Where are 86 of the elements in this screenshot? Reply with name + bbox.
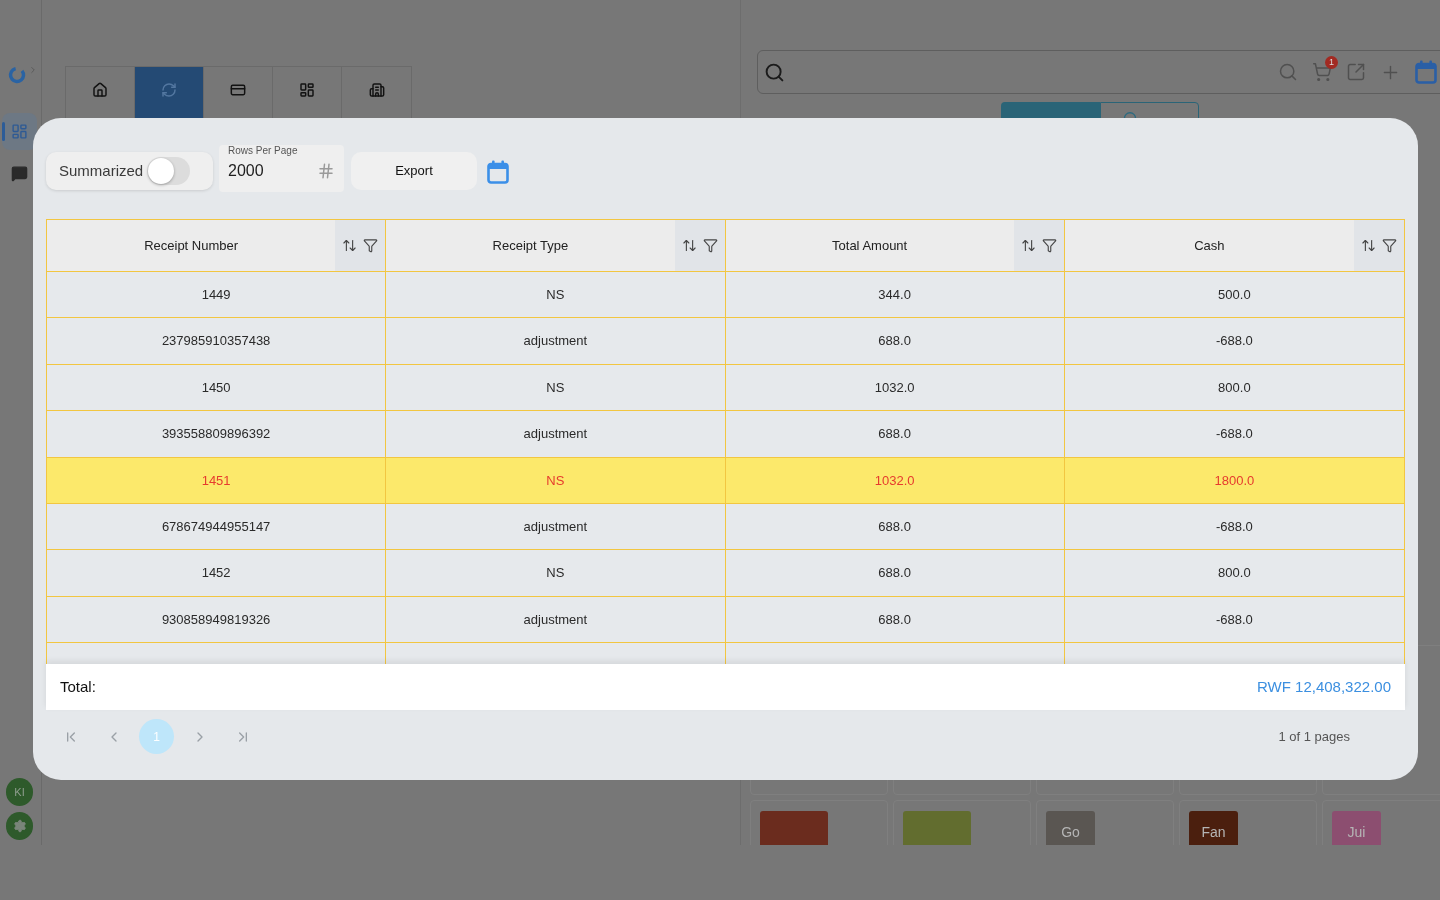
table-row[interactable]: 1450 NS 1032.0 800.0 <box>47 364 1404 412</box>
grid-icon <box>299 82 315 98</box>
table-cell: 688.0 <box>725 596 1065 643</box>
page-summary: 1 of 1 pages <box>1278 727 1350 746</box>
table-cell: 1032.0 <box>725 364 1065 411</box>
table-cell: 344.0 <box>725 272 1065 318</box>
total-label: Total: <box>60 676 96 697</box>
filter-icon[interactable] <box>1041 238 1057 253</box>
column-label: Total Amount <box>831 236 909 255</box>
toggle-label: Summarized <box>59 160 144 181</box>
table-row[interactable]: 1452 NS 688.0 800.0 <box>47 550 1404 597</box>
toggle-switch[interactable] <box>147 157 191 185</box>
total-value: RWF 12,408,322.00 <box>1257 676 1391 697</box>
product-tile: Jui <box>1332 811 1381 845</box>
building-icon <box>368 82 385 98</box>
table-cell-text: -688.0 <box>1214 332 1254 351</box>
table-cell-text: 800.0 <box>1217 564 1252 583</box>
table-cell: adjustment <box>386 318 726 364</box>
table-row[interactable]: 1449 NS 344.0 500.0 <box>47 272 1404 319</box>
table-row[interactable]: 930858949819326 adjustment 688.0 -688.0 <box>47 596 1404 644</box>
search-icon[interactable] <box>1278 62 1298 82</box>
column-label: Receipt Number <box>143 236 240 255</box>
table-cell: 688.0 <box>725 318 1065 364</box>
export-button[interactable]: Export <box>351 152 477 190</box>
table-cell: 930858949819326 <box>47 596 387 643</box>
home-icon <box>92 82 108 98</box>
table-cell: 1452 <box>47 550 387 596</box>
search-icon <box>764 61 785 83</box>
card-icon <box>230 82 246 98</box>
table-cell: adjustment <box>386 596 726 643</box>
table-cell-text: 1800.0 <box>1213 471 1256 490</box>
filter-icon[interactable] <box>1382 238 1397 253</box>
product-card[interactable]: Fan <box>1179 800 1317 845</box>
table-cell: 1449 <box>47 272 387 318</box>
table-cell: 688.0 <box>725 503 1065 550</box>
product-card[interactable] <box>750 800 888 845</box>
sort-icon[interactable] <box>1361 238 1376 253</box>
product-tile: Fan <box>1189 811 1238 845</box>
cart-badge: 1 <box>1325 56 1338 69</box>
field-value: 2000 <box>228 161 264 181</box>
filter-icon[interactable] <box>363 238 379 253</box>
hash-icon <box>317 162 335 180</box>
table-cell: 688.0 <box>725 550 1065 596</box>
table-cell: 678674944955147 <box>47 503 387 550</box>
table-cell: 393558809896392 <box>47 411 387 457</box>
calendar-icon[interactable] <box>1415 60 1437 84</box>
column-label: Receipt Type <box>491 236 570 255</box>
rows-per-page-field[interactable]: Rows Per Page 2000 <box>219 145 344 192</box>
product-card[interactable]: Go <box>1036 800 1174 845</box>
table-row[interactable]: 678674944955147 adjustment 688.0 -688.0 <box>47 503 1404 551</box>
table-cell: NS <box>386 272 726 318</box>
table-cell: NS <box>386 457 726 503</box>
sync-icon <box>161 82 177 98</box>
sort-icon[interactable] <box>1020 238 1036 253</box>
table-cell-text: 500.0 <box>1217 285 1252 304</box>
table-cell: 1032.0 <box>725 457 1065 503</box>
table-cell-text: -688.0 <box>1214 610 1254 629</box>
table-cell: 1451 <box>47 457 387 503</box>
product-tile: Go <box>1046 811 1095 845</box>
table-cell: 237985910357438 <box>47 318 387 364</box>
table-cell: NS <box>386 364 726 411</box>
sort-icon[interactable] <box>342 238 358 253</box>
table-cell-text: 800.0 <box>1217 378 1252 397</box>
table-cell-text: -688.0 <box>1214 517 1254 536</box>
logo-icon[interactable] <box>8 66 26 84</box>
column-label: Cash <box>1193 236 1226 255</box>
settings-icon[interactable] <box>6 812 33 840</box>
calendar-icon[interactable] <box>487 160 509 184</box>
sort-icon[interactable] <box>681 238 697 253</box>
field-label: Rows Per Page <box>228 145 298 157</box>
table-cell: adjustment <box>386 411 726 457</box>
table-cell: 688.0 <box>725 411 1065 457</box>
sidebar-item[interactable] <box>2 113 37 150</box>
chat-icon <box>11 165 28 182</box>
filter-icon[interactable] <box>702 238 718 253</box>
expand-icon[interactable] <box>1346 62 1366 82</box>
search-field[interactable]: 1 <box>757 50 1440 94</box>
table-row[interactable]: 393558809896392 adjustment 688.0 -688.0 <box>47 411 1404 458</box>
table-cell: adjustment <box>386 503 726 550</box>
table-cell: NS <box>386 550 726 596</box>
product-card[interactable] <box>893 800 1031 845</box>
table-cell: 1450 <box>47 364 387 411</box>
toggle-card[interactable]: Summarized <box>46 152 213 190</box>
table-row[interactable]: 237985910357438 adjustment 688.0 -688.0 <box>47 318 1404 365</box>
table-cell-text: -688.0 <box>1214 425 1254 444</box>
dashboard-icon <box>11 123 28 140</box>
